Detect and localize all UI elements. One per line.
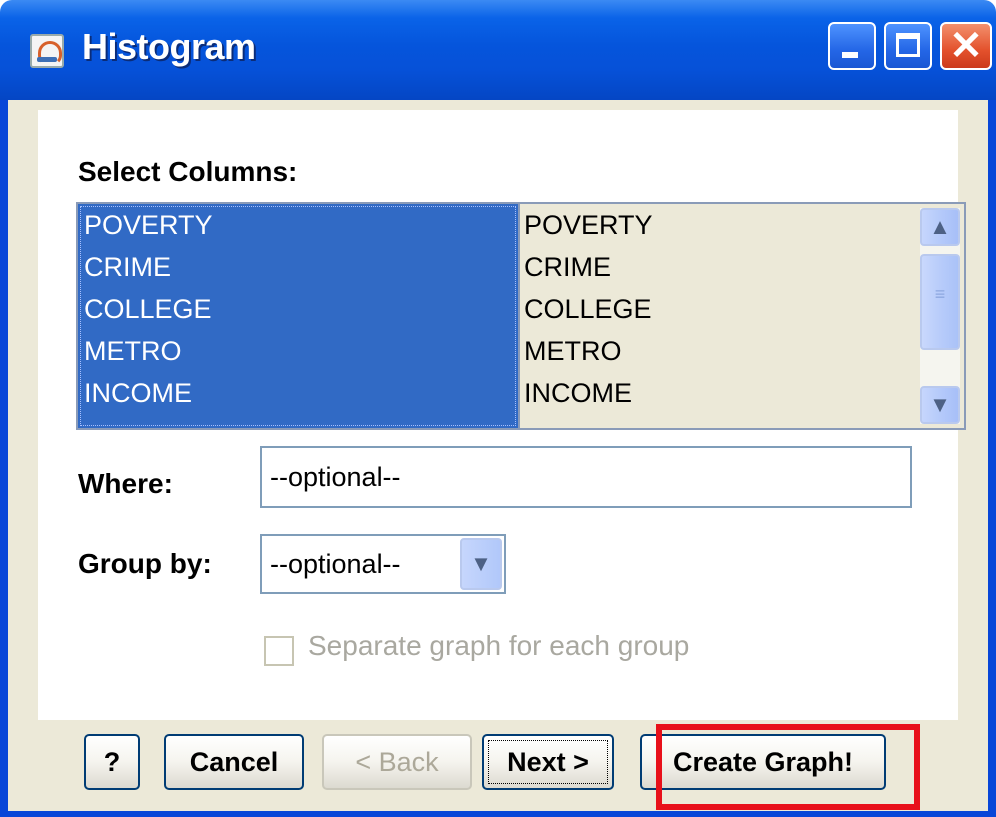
minimize-button[interactable] (828, 22, 876, 70)
title-bar[interactable]: Histogram ✕ (0, 0, 996, 100)
back-button[interactable]: < Back (322, 734, 472, 790)
group-by-value: --optional-- (270, 549, 401, 579)
scroll-up-button[interactable]: ▲ (920, 208, 960, 246)
histogram-dialog: Histogram ✕ Select Columns: POVERTY CRIM… (0, 0, 996, 817)
help-button[interactable]: ? (84, 734, 140, 790)
list-item[interactable]: CRIME (520, 246, 964, 288)
close-button[interactable]: ✕ (940, 22, 992, 70)
available-columns-list[interactable]: POVERTY CRIME COLLEGE METRO INCOME (76, 202, 520, 430)
vertical-scrollbar[interactable]: ▲ ≡ ▼ (920, 208, 960, 424)
list-item[interactable]: COLLEGE (520, 288, 964, 330)
dialog-body: Select Columns: POVERTY CRIME COLLEGE ME… (8, 100, 988, 811)
content-panel: Select Columns: POVERTY CRIME COLLEGE ME… (38, 110, 966, 720)
window-frame: Select Columns: POVERTY CRIME COLLEGE ME… (0, 100, 996, 817)
scroll-down-button[interactable]: ▼ (920, 386, 960, 424)
scroll-thumb[interactable]: ≡ (920, 254, 960, 350)
chevron-up-icon: ▲ (929, 214, 951, 239)
grip-icon: ≡ (934, 284, 946, 304)
chevron-down-icon: ▼ (470, 551, 492, 576)
dropdown-button[interactable]: ▼ (460, 538, 502, 590)
next-button[interactable]: Next > (482, 734, 614, 790)
java-cup-icon (30, 34, 64, 68)
list-item[interactable]: METRO (520, 330, 964, 372)
where-input[interactable] (260, 446, 912, 508)
minimize-icon (842, 52, 858, 58)
chevron-down-icon: ▼ (929, 392, 951, 417)
separate-graph-checkbox[interactable] (264, 636, 294, 666)
selected-columns-list[interactable]: POVERTY CRIME COLLEGE METRO INCOME ▲ ≡ ▼ (520, 202, 966, 430)
cancel-button[interactable]: Cancel (164, 734, 304, 790)
list-focus-outline (80, 206, 516, 426)
list-item[interactable]: INCOME (520, 372, 964, 414)
create-graph-button[interactable]: Create Graph! (640, 734, 886, 790)
separate-graph-label: Separate graph for each group (308, 630, 690, 661)
window-title: Histogram (82, 26, 256, 67)
maximize-button[interactable] (884, 22, 932, 70)
group-by-dropdown[interactable]: --optional-- ▼ (260, 534, 506, 594)
list-item[interactable]: POVERTY (520, 204, 964, 246)
select-columns-label: Select Columns: (78, 156, 298, 187)
maximize-icon (896, 33, 920, 57)
focus-outline (488, 740, 608, 784)
close-icon: ✕ (949, 24, 983, 68)
where-label: Where: (78, 468, 173, 499)
group-by-label: Group by: (78, 548, 212, 579)
